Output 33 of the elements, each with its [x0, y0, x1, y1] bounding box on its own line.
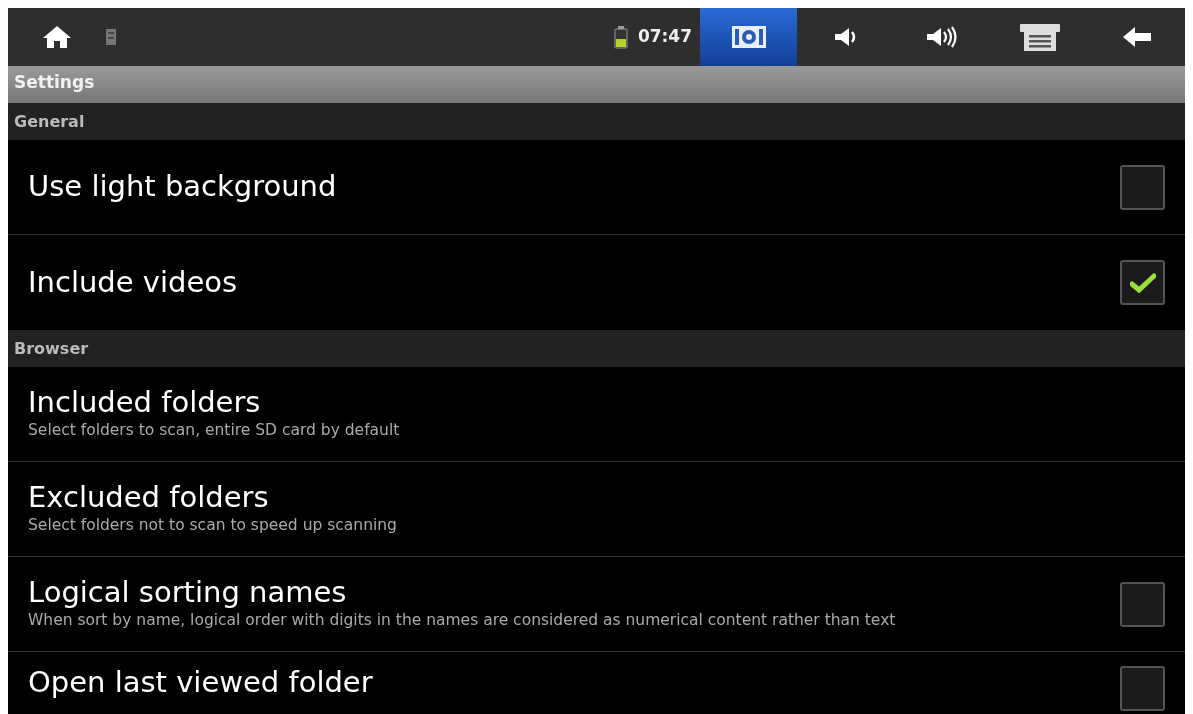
- title-bar: Settings: [8, 66, 1185, 103]
- preference-title: Use light background: [28, 170, 338, 204]
- preference-row[interactable]: Use light background: [8, 140, 1185, 235]
- preference-row[interactable]: Included folders Select folders to scan, entire SD card by default: [8, 367, 1185, 462]
- back-icon: [1121, 25, 1152, 49]
- home-icon: [41, 25, 72, 49]
- preference-title: Include videos: [28, 265, 239, 300]
- preference-summary: When sort by name, logical order with digits in the names are considered as numerical content rather than text: [28, 610, 897, 632]
- checkmark-icon: [1129, 272, 1156, 293]
- preference-summary: Select folders to scan, entire SD card by default: [28, 420, 401, 442]
- preference-row[interactable]: Excluded folders Select folders not to scan to speed up scanning: [8, 462, 1185, 557]
- preference-title: Logical sorting names: [28, 575, 348, 610]
- checkbox[interactable]: [1120, 581, 1165, 627]
- section-header: General: [8, 103, 1185, 140]
- preference-title: Included folders: [28, 385, 262, 420]
- sd-card-icon: [105, 28, 117, 46]
- volume-up-icon: [925, 25, 960, 49]
- screenshot-button[interactable]: [700, 8, 797, 66]
- volume-down-icon: [833, 25, 858, 49]
- battery-icon: [613, 25, 628, 49]
- checkbox[interactable]: [1120, 260, 1165, 305]
- preference-summary: Select folders not to scan to speed up scanning: [28, 515, 398, 537]
- preference-title: Excluded folders: [28, 480, 270, 515]
- menu-icon: [1018, 22, 1061, 52]
- section-header: Browser: [8, 330, 1185, 367]
- preference-row[interactable]: Logical sorting names When sort by name, logical order with digits in the names are considered as numerical content rather than text: [8, 557, 1185, 652]
- camera-icon: [730, 23, 767, 51]
- preference-title: Open last viewed folder: [28, 666, 374, 700]
- preference-row[interactable]: Open last viewed folder: [8, 652, 1185, 714]
- clock-time: 07:47: [637, 25, 692, 49]
- checkbox[interactable]: [1120, 666, 1165, 711]
- preference-row[interactable]: Include videos: [8, 235, 1185, 330]
- checkbox[interactable]: [1120, 164, 1165, 210]
